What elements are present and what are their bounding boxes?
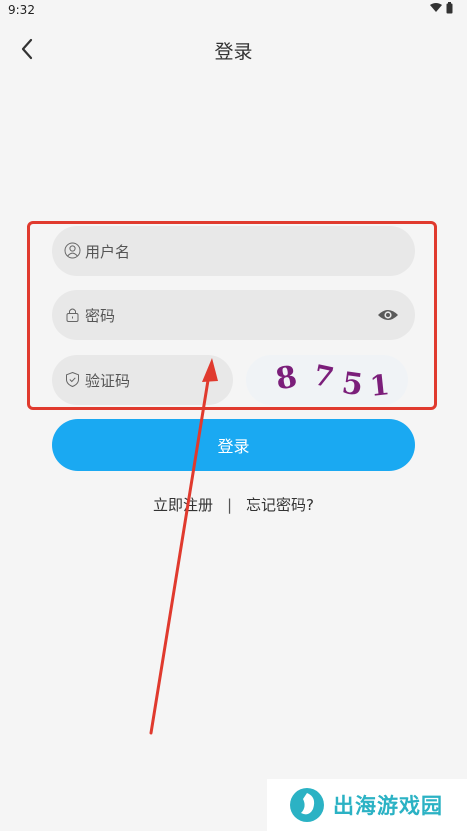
user-icon bbox=[64, 242, 81, 259]
password-placeholder: 密码 bbox=[85, 307, 116, 325]
captcha-char: 7 bbox=[310, 358, 337, 395]
lock-icon bbox=[66, 308, 79, 322]
forgot-password-link[interactable]: 忘记密码? bbox=[246, 496, 314, 514]
page-title: 登录 bbox=[214, 41, 253, 63]
username-field[interactable]: 用户名 bbox=[52, 226, 415, 276]
register-link[interactable]: 立即注册 bbox=[153, 496, 213, 514]
link-separator: | bbox=[226, 496, 233, 514]
captcha-image[interactable]: 8 7 5 1 bbox=[246, 355, 408, 405]
captcha-field[interactable]: 验证码 bbox=[52, 355, 233, 405]
captcha-char: 5 bbox=[339, 365, 366, 404]
captcha-placeholder: 验证码 bbox=[85, 372, 131, 390]
status-icons bbox=[430, 2, 453, 14]
auth-links: 立即注册 | 忘记密码? bbox=[0, 494, 467, 515]
watermark-logo-icon bbox=[290, 788, 324, 822]
captcha-char: 8 bbox=[273, 359, 300, 398]
username-placeholder: 用户名 bbox=[85, 243, 131, 261]
annotation-arrow bbox=[149, 358, 218, 735]
captcha-char: 1 bbox=[368, 368, 392, 403]
watermark: 出海游戏园 bbox=[267, 779, 467, 831]
wifi-icon bbox=[430, 3, 442, 12]
status-time: 9:32 bbox=[8, 3, 35, 17]
login-button[interactable]: 登录 bbox=[52, 419, 415, 471]
shield-icon bbox=[66, 371, 79, 388]
watermark-text: 出海游戏园 bbox=[333, 794, 443, 818]
eye-icon[interactable] bbox=[377, 306, 399, 324]
battery-icon bbox=[446, 2, 453, 14]
password-field[interactable]: 密码 bbox=[52, 290, 415, 340]
